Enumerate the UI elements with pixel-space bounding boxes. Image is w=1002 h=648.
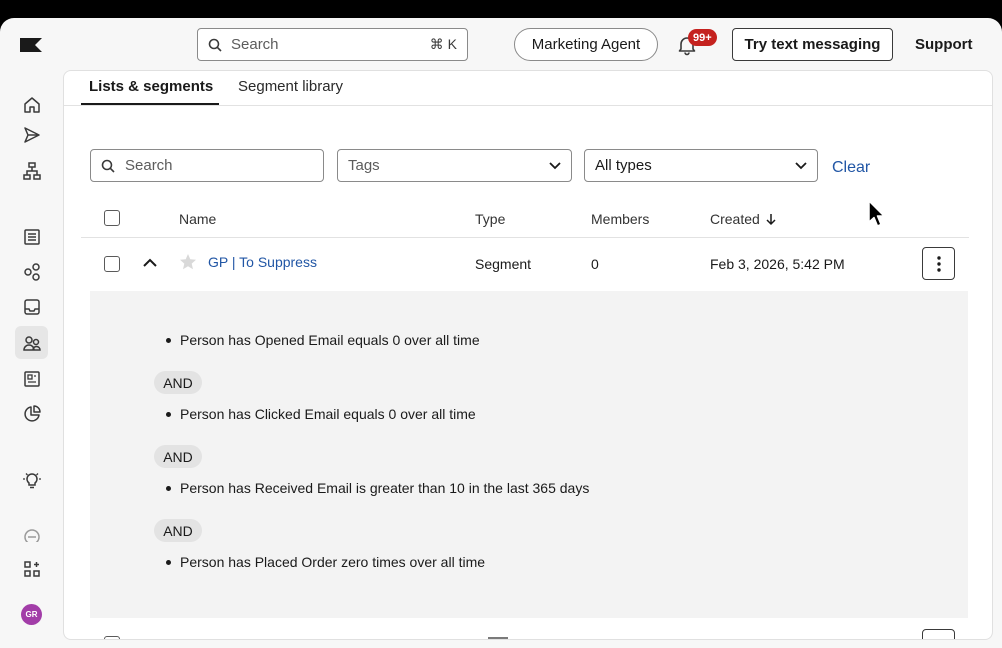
sidebar-item-audience[interactable] [15, 326, 48, 359]
top-bar: Search ⌘ K Marketing Agent 99+ Try text … [0, 18, 1002, 70]
list-icon [23, 228, 40, 245]
chevron-up-icon[interactable] [143, 258, 157, 267]
main-panel: Lists & segments Segment library Search … [63, 70, 993, 640]
bullet [166, 485, 171, 491]
column-header-members[interactable]: Members [591, 211, 649, 227]
bullet [166, 559, 171, 565]
tab-segment-library[interactable]: Segment library [238, 78, 343, 95]
segment-type: Segment [475, 256, 532, 272]
sidebar-item-inbox[interactable] [15, 290, 48, 323]
condition-text: Person has Received Email is greater tha… [180, 480, 590, 496]
flow-icon [22, 161, 41, 180]
condition-text: Person has Opened Email equals 0 over al… [180, 332, 480, 348]
sidebar-item-network[interactable] [15, 255, 48, 288]
column-header-type[interactable]: Type [475, 211, 505, 227]
and-joiner: AND [154, 519, 202, 542]
column-header-name[interactable]: Name [179, 211, 216, 227]
sidebar-item-apps[interactable] [15, 552, 48, 585]
sidebar-item-flows[interactable] [15, 154, 48, 187]
list-search-placeholder: Search [125, 157, 173, 174]
more-vertical-icon [936, 255, 941, 272]
arrow-down-icon [766, 213, 776, 225]
lightbulb-icon [22, 472, 41, 488]
message-icon [23, 529, 40, 542]
apps-icon [23, 560, 40, 577]
select-all-checkbox[interactable] [104, 210, 120, 226]
global-search-input[interactable]: Search ⌘ K [197, 28, 468, 61]
segment-created: Feb 3, 2026, 5:42 PM [710, 256, 845, 272]
global-search-placeholder: Search [231, 36, 279, 53]
column-header-created[interactable]: Created [710, 211, 777, 227]
header-divider [81, 237, 969, 238]
condition-text: Person has Placed Order zero times over … [180, 554, 486, 570]
sidebar-item-forms[interactable] [15, 220, 48, 253]
tags-select[interactable]: Tags [337, 149, 572, 182]
condition-item: Person has Clicked Email equals 0 over a… [166, 406, 476, 422]
brand-logo-icon[interactable] [20, 38, 42, 52]
marketing-agent-button[interactable]: Marketing Agent [514, 28, 658, 61]
row-actions-button[interactable] [922, 629, 955, 639]
sidebar-item-ideas[interactable] [15, 463, 48, 496]
list-search-input[interactable]: Search [90, 149, 324, 182]
tab-bar: Lists & segments Segment library [64, 71, 992, 106]
network-icon [23, 262, 40, 281]
row-checkbox[interactable] [104, 636, 120, 639]
and-joiner: AND [154, 445, 202, 468]
send-icon [23, 126, 40, 143]
try-text-messaging-button[interactable]: Try text messaging [732, 28, 893, 61]
chevron-down-icon [549, 161, 561, 169]
sidebar-item-content[interactable] [15, 362, 48, 395]
search-icon [101, 159, 115, 173]
sidebar-item-home[interactable] [15, 88, 48, 121]
bullet [166, 337, 171, 343]
support-link[interactable]: Support [915, 36, 973, 53]
condition-item: Person has Received Email is greater tha… [166, 480, 589, 496]
tab-lists-segments[interactable]: Lists & segments [89, 78, 213, 95]
home-icon [23, 96, 40, 113]
audience-icon [22, 335, 41, 351]
app-window: Search ⌘ K Marketing Agent 99+ Try text … [0, 18, 1002, 648]
clear-filters-link[interactable]: Clear [832, 159, 870, 177]
sidebar: GR [0, 70, 62, 648]
type-select[interactable]: All types [584, 149, 818, 182]
bullet [166, 411, 171, 417]
star-icon[interactable] [179, 253, 197, 271]
and-joiner: AND [154, 371, 202, 394]
condition-item: Person has Placed Order zero times over … [166, 554, 485, 570]
segment-name-link[interactable]: GP | To Suppress [208, 254, 317, 270]
active-tab-indicator [81, 103, 219, 105]
avatar[interactable]: GR [21, 604, 42, 625]
type-select-value: All types [595, 157, 652, 174]
condition-text: Person has Clicked Email equals 0 over a… [180, 406, 476, 422]
tags-placeholder: Tags [348, 157, 380, 174]
segment-members: 0 [591, 256, 599, 272]
row-actions-button[interactable] [922, 247, 955, 280]
chevron-down-icon [795, 161, 807, 169]
notification-badge: 99+ [688, 29, 717, 46]
inbox-icon [23, 298, 40, 315]
search-shortcut: ⌘ K [429, 36, 457, 52]
row-checkbox[interactable] [104, 256, 120, 272]
segment-definition-panel: Person has Opened Email equals 0 over al… [90, 291, 968, 618]
search-icon [208, 38, 222, 52]
mouse-cursor-icon [868, 200, 885, 227]
column-header-created-label: Created [710, 211, 760, 227]
sidebar-item-campaigns[interactable] [15, 118, 48, 151]
analytics-icon [23, 404, 41, 422]
type-placeholder-bar [488, 637, 508, 639]
sidebar-item-analytics[interactable] [15, 397, 48, 430]
condition-item: Person has Opened Email equals 0 over al… [166, 332, 480, 348]
content-icon [23, 370, 40, 387]
sidebar-item-partial[interactable] [15, 528, 48, 542]
